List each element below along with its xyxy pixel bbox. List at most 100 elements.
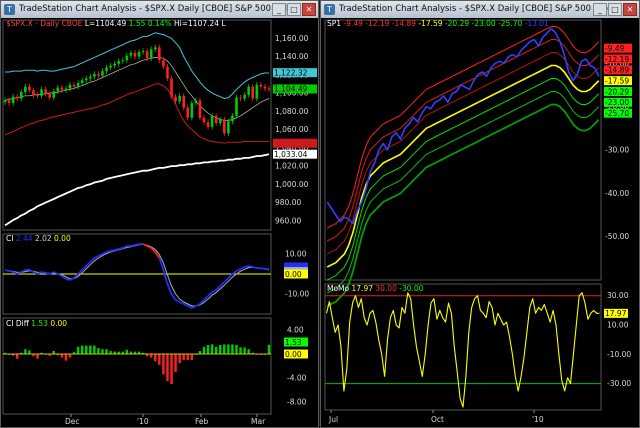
candle-body bbox=[243, 94, 246, 99]
ci-diff-legend-part: 1.53 bbox=[31, 319, 50, 328]
price-tick-label: 980.00 bbox=[275, 198, 301, 207]
ci-line-segment bbox=[28, 268, 34, 273]
ci-diff-bar bbox=[109, 351, 112, 354]
ci-diff-bar bbox=[235, 345, 238, 354]
right-window-titlebar[interactable]: T TradeStation Chart Analysis - $SPX.X D… bbox=[321, 1, 639, 18]
candle-body bbox=[109, 65, 112, 68]
momo-panel: 30.0010.00-10.00-30.0017.97MoMo 17.97 30… bbox=[324, 283, 631, 411]
ci-diff-bar bbox=[247, 349, 250, 354]
ci-diff-bar bbox=[76, 346, 80, 354]
price-tick-label: 1,160.00 bbox=[275, 34, 309, 43]
ci-line-segment bbox=[4, 269, 10, 272]
ci-diff-bar bbox=[267, 344, 271, 354]
candle-body bbox=[11, 96, 15, 104]
ci-diff-bar bbox=[162, 354, 165, 375]
ci-diff-bar bbox=[52, 351, 55, 354]
momo-legend-part: -30.00 bbox=[399, 284, 423, 293]
candle-body bbox=[89, 76, 92, 79]
sp1-lower-band bbox=[326, 91, 600, 294]
ci-diff-bar bbox=[170, 354, 173, 384]
ci-tick-label: -10.00 bbox=[285, 290, 309, 299]
candle-body bbox=[149, 49, 153, 59]
price-legend-part: L=1104.49 bbox=[85, 19, 129, 28]
sp1-frame bbox=[324, 19, 602, 281]
left-chart-canvas[interactable]: 1,160.001,140.001,120.001,100.001,080.00… bbox=[1, 18, 318, 427]
candle-body bbox=[178, 95, 181, 102]
candle-body bbox=[170, 78, 173, 97]
candle-body bbox=[28, 86, 31, 91]
sp1-badge-5: -23.00 bbox=[605, 98, 629, 107]
ci-legend-part: 2.44 bbox=[16, 234, 35, 243]
candle-body bbox=[182, 95, 185, 108]
ci-line-segment bbox=[179, 301, 185, 305]
ci-diff-bar bbox=[101, 349, 104, 354]
candle-body bbox=[129, 52, 133, 56]
candle-body bbox=[153, 47, 157, 50]
candle-body bbox=[32, 90, 35, 95]
ci-diff-bar bbox=[243, 347, 246, 354]
ci-signal-line bbox=[4, 243, 270, 307]
ci-diff-bar bbox=[198, 351, 202, 354]
ci-legend-part: 2.02 bbox=[35, 234, 54, 243]
minimize-button[interactable]: _ bbox=[593, 3, 607, 16]
ci-diff-bar bbox=[223, 344, 226, 354]
ci-diff-bar bbox=[15, 354, 19, 359]
momo-legend-part: 30.00 bbox=[375, 284, 399, 293]
ci-diff-bar bbox=[89, 345, 92, 354]
ci-diff-bar bbox=[158, 354, 161, 365]
ci-diff-bar bbox=[105, 349, 108, 354]
ci-line-segment bbox=[114, 248, 119, 251]
ci-diff-bar bbox=[85, 345, 88, 354]
sp1-legend-part: -12.19 bbox=[365, 19, 392, 28]
candle-body bbox=[267, 88, 271, 90]
candle-body bbox=[251, 86, 255, 99]
price-legend-part: CBOE bbox=[62, 19, 85, 28]
right-time-label: Jul bbox=[328, 415, 338, 424]
candle-body bbox=[255, 84, 259, 99]
sp1-legend: SP1 -9.49 -12.19 -14.89 -17.59 -20.29 -2… bbox=[327, 19, 549, 28]
candle-body bbox=[56, 87, 60, 92]
ci-diff-bar bbox=[219, 345, 222, 354]
momo-legend-part: MoMo bbox=[327, 284, 352, 293]
candle-body bbox=[105, 67, 108, 72]
ci-legend: CI 2.44 2.02 0.00 bbox=[6, 234, 71, 243]
ci-line-segment bbox=[175, 299, 181, 303]
candle-body bbox=[52, 91, 56, 98]
candle-body bbox=[145, 51, 149, 59]
price-legend: $SPX.X - Daily CBOE L=1104.49 1.55 0.14%… bbox=[6, 19, 226, 28]
candle-body bbox=[214, 115, 218, 124]
maximize-button[interactable]: □ bbox=[287, 3, 301, 16]
close-button[interactable]: ✕ bbox=[302, 3, 316, 16]
left-time-label: Feb bbox=[195, 417, 209, 426]
price-tick-label: 1,140.00 bbox=[275, 52, 309, 61]
close-button[interactable]: ✕ bbox=[623, 3, 637, 16]
ci-diff-bar bbox=[64, 354, 68, 361]
ci-diff-legend-part: CI Diff bbox=[6, 319, 31, 328]
price-badge-0: 1,122.32 bbox=[274, 68, 308, 77]
ci-line-segment bbox=[142, 243, 148, 247]
right-time-label: Oct bbox=[431, 415, 444, 424]
candle-body bbox=[101, 71, 104, 76]
maximize-button[interactable]: □ bbox=[608, 3, 622, 16]
ci-diff-bar bbox=[206, 345, 210, 354]
ci-line-segment bbox=[118, 247, 124, 250]
left-window-titlebar[interactable]: T TradeStation Chart Analysis - $SPX.X D… bbox=[1, 1, 318, 18]
candle-body bbox=[259, 84, 263, 87]
sp1-legend-part: SP1 bbox=[327, 19, 343, 28]
candle-body bbox=[76, 83, 80, 87]
sp1-tick-label: -30.00 bbox=[605, 146, 629, 155]
minimize-button[interactable]: _ bbox=[272, 3, 286, 16]
momo-tick-label: -10.00 bbox=[607, 350, 631, 359]
ci-line-segment bbox=[45, 272, 50, 275]
sp1-panel: -10.00-20.00-30.00-40.00-50.00-9.49-12.1… bbox=[324, 19, 632, 307]
ci-diff-bar bbox=[24, 349, 27, 354]
ci-diff-tick-label: -4.00 bbox=[287, 374, 307, 383]
candle-body bbox=[117, 61, 121, 64]
left-chart-window: T TradeStation Chart Analysis - $SPX.X D… bbox=[0, 0, 319, 428]
left-time-axis: Dec '10 Feb Mar bbox=[65, 414, 266, 426]
candle-body bbox=[80, 80, 84, 83]
ci-line-segment bbox=[236, 268, 241, 272]
upper-band-line bbox=[5, 32, 269, 99]
ci-legend-part: 0.00 bbox=[54, 234, 71, 243]
right-chart-canvas[interactable]: -10.00-20.00-30.00-40.00-50.00-9.49-12.1… bbox=[321, 18, 639, 427]
